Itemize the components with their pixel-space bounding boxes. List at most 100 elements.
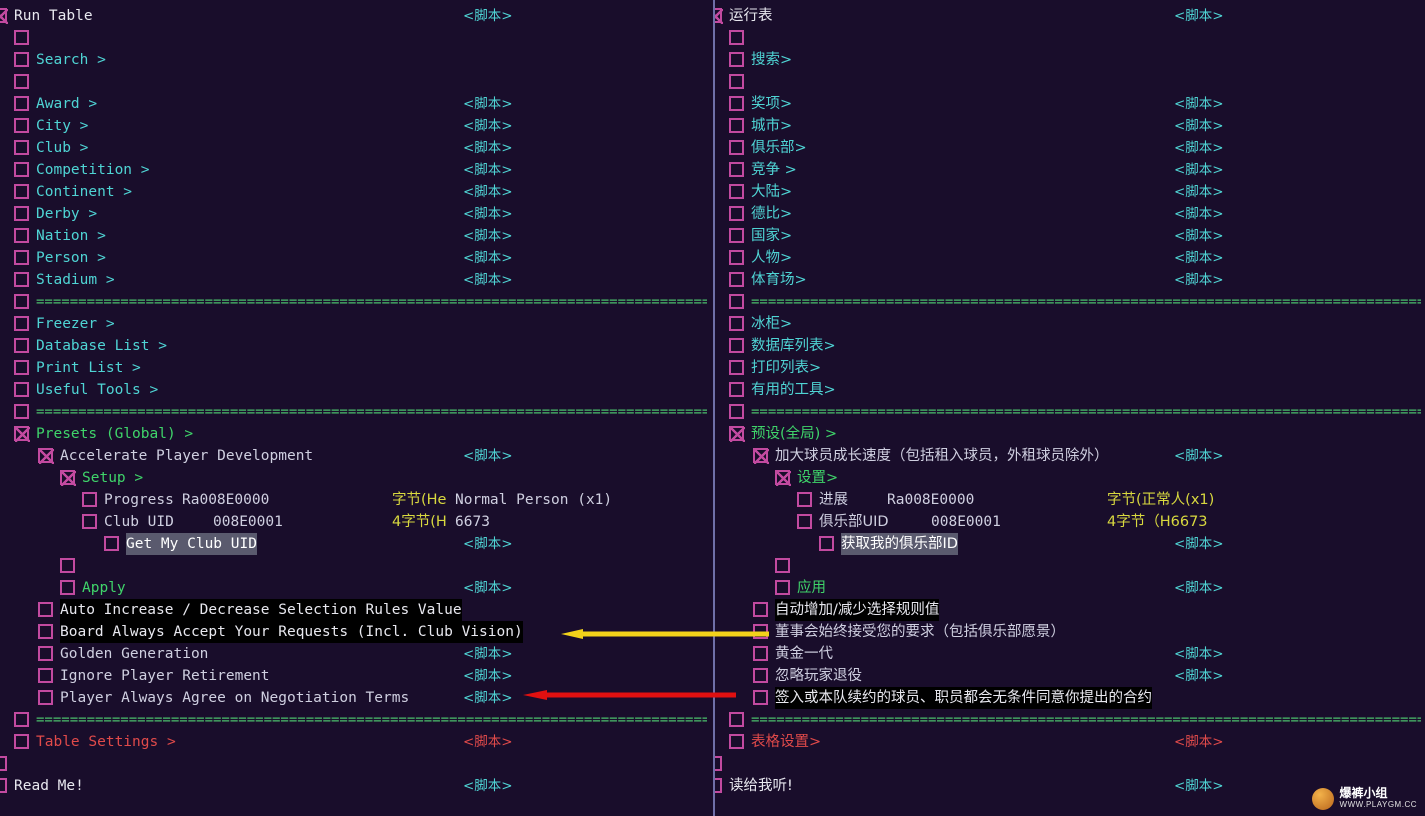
table-row[interactable]: 城市><脚本> (715, 115, 1425, 137)
row-label[interactable]: 俱乐部> (751, 137, 807, 159)
checkbox-unchecked[interactable] (14, 316, 29, 331)
checkbox-unchecked[interactable] (729, 162, 744, 177)
checkbox-unchecked[interactable] (38, 690, 53, 705)
table-row[interactable]: Auto Increase / Decrease Selection Rules… (0, 599, 713, 621)
row-label[interactable]: 德比> (751, 203, 792, 225)
row-value[interactable]: Normal Person (x1) (455, 489, 612, 511)
table-row[interactable]: Ignore Player Retirement<脚本> (0, 665, 713, 687)
table-row[interactable]: Derby ><脚本> (0, 203, 713, 225)
row-label[interactable]: 预设(全局) > (751, 423, 837, 445)
row-label[interactable]: 竞争 > (751, 159, 797, 181)
row-label[interactable]: 表格设置> (751, 731, 821, 753)
checkbox-unchecked[interactable] (729, 250, 744, 265)
checkbox-unchecked[interactable] (14, 382, 29, 397)
table-row[interactable]: Print List > (0, 357, 713, 379)
table-row[interactable]: Club UID008E00014字节(H6673 (0, 511, 713, 533)
row-label[interactable]: 进展 (819, 489, 848, 511)
row-label[interactable]: Print List > (36, 357, 141, 379)
row-label[interactable]: 黄金一代 (775, 643, 833, 665)
checkbox-unchecked[interactable] (14, 360, 29, 375)
row-label[interactable]: Club UID (104, 511, 174, 533)
row-label[interactable]: 加大球员成长速度（包括租入球员，外租球员除外） (775, 445, 1109, 467)
checkbox-unchecked[interactable] (82, 492, 97, 507)
table-row[interactable]: ========================================… (0, 401, 713, 423)
row-label[interactable]: 签入或本队续约的球员、职员都会无条件同意你提出的合约 (775, 687, 1152, 709)
row-label[interactable]: 忽略玩家退役 (775, 665, 862, 687)
checkbox-unchecked[interactable] (14, 140, 29, 155)
table-row[interactable] (0, 27, 713, 49)
checkbox-unchecked[interactable] (729, 316, 744, 331)
checkbox-unchecked[interactable] (729, 96, 744, 111)
row-label[interactable]: Player Always Agree on Negotiation Terms (60, 687, 409, 709)
table-row[interactable]: Table Settings ><脚本> (0, 731, 713, 753)
checkbox-checked[interactable] (60, 470, 75, 485)
checkbox-unchecked[interactable] (14, 712, 29, 727)
table-row[interactable]: 黄金一代<脚本> (715, 643, 1425, 665)
row-label[interactable]: 俱乐部UID (819, 511, 889, 533)
row-label[interactable]: 数据库列表> (751, 335, 836, 357)
table-row[interactable]: City ><脚本> (0, 115, 713, 137)
checkbox-unchecked[interactable] (729, 206, 744, 221)
row-label[interactable]: Run Table (14, 5, 93, 27)
checkbox-unchecked[interactable] (14, 734, 29, 749)
checkbox-unchecked[interactable] (729, 140, 744, 155)
checkbox-unchecked[interactable] (797, 514, 812, 529)
table-row[interactable]: Search > (0, 49, 713, 71)
table-row[interactable]: 运行表<脚本> (715, 5, 1425, 27)
checkbox-unchecked[interactable] (38, 668, 53, 683)
checkbox-checked[interactable] (38, 448, 53, 463)
row-label[interactable]: Auto Increase / Decrease Selection Rules… (60, 599, 462, 621)
row-label[interactable]: Get My Club UID (126, 533, 257, 555)
checkbox-unchecked[interactable] (14, 250, 29, 265)
checkbox-unchecked[interactable] (753, 646, 768, 661)
row-label[interactable]: Read Me! (14, 775, 84, 797)
table-row[interactable]: 国家><脚本> (715, 225, 1425, 247)
checkbox-checked[interactable] (14, 426, 29, 441)
checkbox-unchecked[interactable] (60, 558, 75, 573)
row-label[interactable]: 应用 (797, 577, 826, 599)
table-row[interactable] (0, 71, 713, 93)
checkbox-unchecked[interactable] (797, 492, 812, 507)
table-row[interactable] (715, 555, 1425, 577)
checkbox-unchecked[interactable] (713, 756, 722, 771)
checkbox-unchecked[interactable] (14, 52, 29, 67)
checkbox-unchecked[interactable] (819, 536, 834, 551)
checkbox-checked[interactable] (713, 8, 722, 23)
table-row[interactable]: 俱乐部><脚本> (715, 137, 1425, 159)
checkbox-unchecked[interactable] (729, 338, 744, 353)
row-label[interactable]: 冰柜> (751, 313, 792, 335)
table-row[interactable]: 进展Ra008E0000字节(正常人(x1) (715, 489, 1425, 511)
checkbox-unchecked[interactable] (14, 162, 29, 177)
checkbox-unchecked[interactable] (729, 30, 744, 45)
table-row[interactable]: 俱乐部UID008E00014字节（H6673 (715, 511, 1425, 533)
row-label[interactable]: Presets (Global) > (36, 423, 193, 445)
checkbox-unchecked[interactable] (753, 602, 768, 617)
row-label[interactable]: 人物> (751, 247, 792, 269)
table-row[interactable]: Competition ><脚本> (0, 159, 713, 181)
row-label[interactable]: Accelerate Player Development (60, 445, 313, 467)
row-value[interactable]: 6673 (455, 511, 490, 533)
checkbox-unchecked[interactable] (0, 756, 7, 771)
table-row[interactable]: Stadium ><脚本> (0, 269, 713, 291)
table-row[interactable]: ========================================… (0, 291, 713, 313)
table-row[interactable]: ========================================… (715, 401, 1425, 423)
table-row[interactable]: Continent ><脚本> (0, 181, 713, 203)
checkbox-unchecked[interactable] (14, 30, 29, 45)
table-row[interactable]: Club ><脚本> (0, 137, 713, 159)
row-label[interactable]: 城市> (751, 115, 792, 137)
checkbox-checked[interactable] (0, 8, 7, 23)
checkbox-unchecked[interactable] (729, 118, 744, 133)
table-row[interactable]: 打印列表> (715, 357, 1425, 379)
table-row[interactable]: Nation ><脚本> (0, 225, 713, 247)
table-row[interactable]: 冰柜> (715, 313, 1425, 335)
checkbox-unchecked[interactable] (82, 514, 97, 529)
table-row[interactable]: 人物><脚本> (715, 247, 1425, 269)
checkbox-unchecked[interactable] (729, 734, 744, 749)
table-row[interactable]: Setup > (0, 467, 713, 489)
table-row[interactable]: Read Me!<脚本> (0, 775, 713, 797)
table-row[interactable]: 预设(全局) > (715, 423, 1425, 445)
table-row[interactable] (715, 71, 1425, 93)
row-label[interactable]: 奖项> (751, 93, 792, 115)
table-row[interactable]: ========================================… (715, 709, 1425, 731)
table-row[interactable] (0, 555, 713, 577)
